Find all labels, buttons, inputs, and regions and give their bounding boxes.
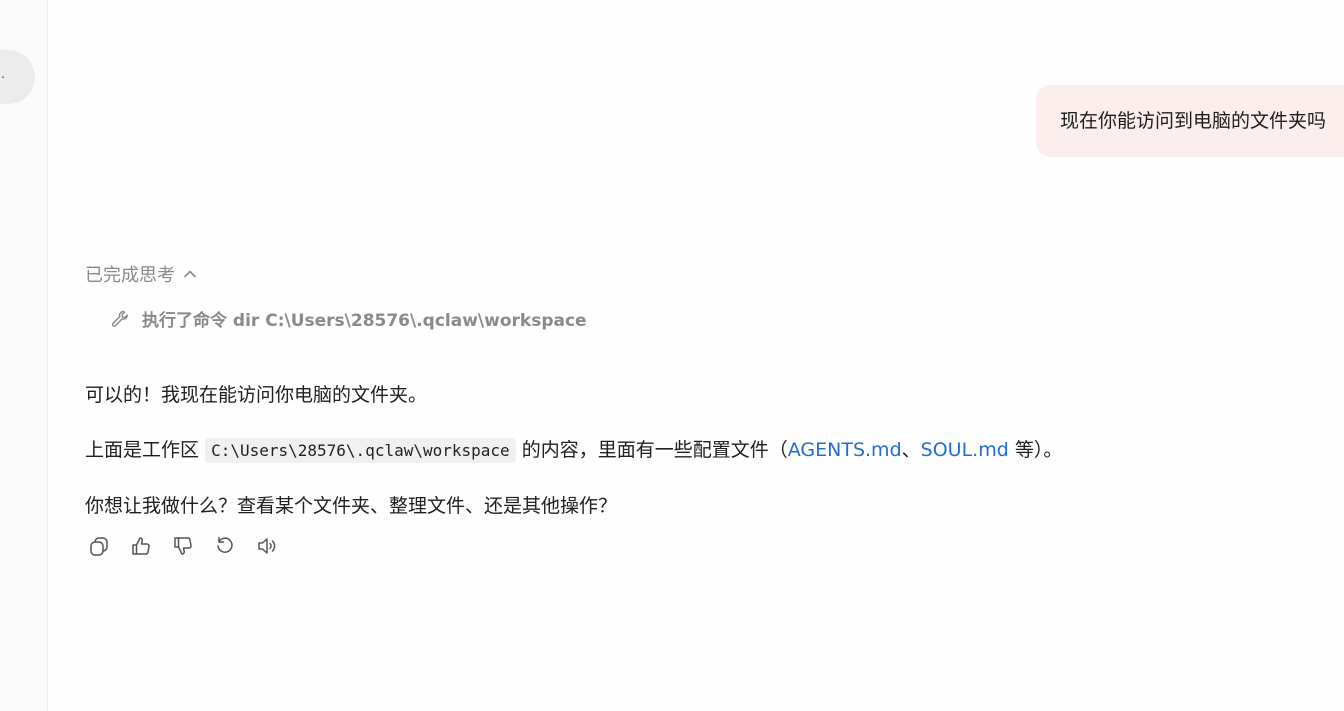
answer-paragraph-3: 你想让我做什么？查看某个文件夹、整理文件、还是其他操作？ <box>85 495 618 517</box>
thinking-toggle[interactable]: 已完成思考 <box>85 261 197 287</box>
regenerate-icon <box>214 535 236 557</box>
answer-text: 等）。 <box>1008 439 1063 461</box>
answer-text: 的内容，里面有一些配置文件（ <box>521 439 788 461</box>
user-message-bubble: 现在你能访问到电脑的文件夹吗 <box>1035 85 1344 157</box>
chat-main: 现在你能访问到电脑的文件夹吗 已完成思考 执行了命令 dir C:\Users\… <box>48 0 1344 711</box>
soul-md-link[interactable]: SOUL.md <box>921 439 1009 461</box>
sidebar-avatar[interactable]: . <box>0 50 35 104</box>
sidebar: . <box>0 0 48 711</box>
answer-text: 上面是工作区 <box>85 439 200 461</box>
thumbs-up-icon <box>130 535 152 557</box>
read-aloud-button[interactable] <box>256 535 278 557</box>
tool-step[interactable]: 执行了命令 dir C:\Users\28576\.qclaw\workspac… <box>110 306 587 331</box>
chevron-up-icon <box>183 267 197 281</box>
workspace-path-code: C:\Users\28576\.qclaw\workspace <box>205 438 516 463</box>
copy-icon <box>88 535 110 557</box>
like-button[interactable] <box>130 535 152 557</box>
tool-step-text: 执行了命令 dir C:\Users\28576\.qclaw\workspac… <box>142 311 587 331</box>
thumbs-down-icon <box>172 535 194 557</box>
copy-button[interactable] <box>88 535 110 557</box>
answer-paragraph-2: 上面是工作区 C:\Users\28576\.qclaw\workspace 的… <box>85 435 1285 463</box>
message-actions <box>88 535 278 557</box>
wrench-icon <box>110 309 130 329</box>
dislike-button[interactable] <box>172 535 194 557</box>
thinking-label: 已完成思考 <box>85 265 175 286</box>
regenerate-button[interactable] <box>214 535 236 557</box>
agents-md-link[interactable]: AGENTS.md <box>788 439 902 461</box>
answer-paragraph-1: 可以的！我现在能访问你电脑的文件夹。 <box>85 384 428 406</box>
answer-text: 、 <box>901 439 921 461</box>
speaker-icon <box>256 535 278 557</box>
